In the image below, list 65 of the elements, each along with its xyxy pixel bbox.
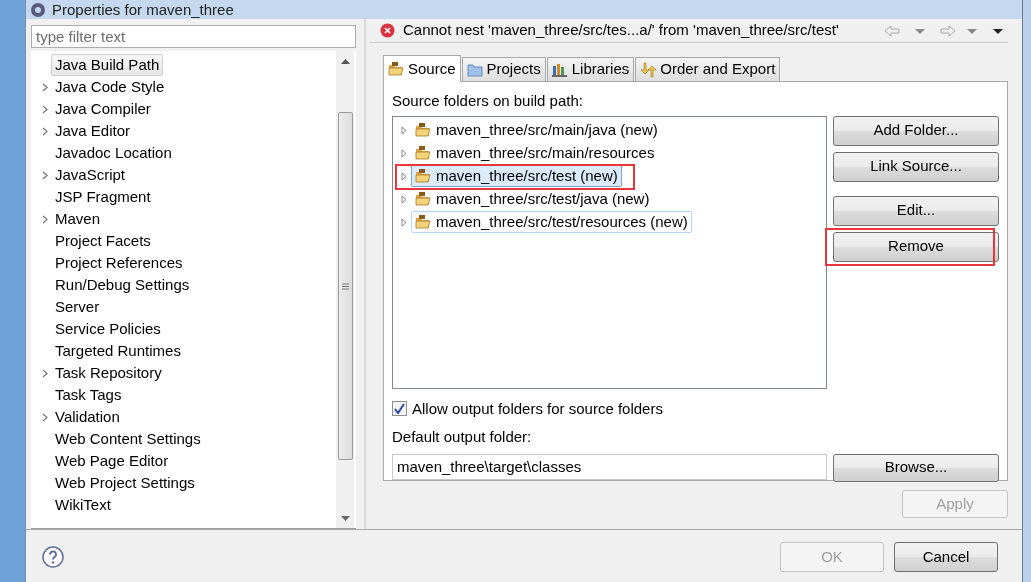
tree-item[interactable]: Java Build Path xyxy=(51,54,164,76)
checkbox-label: Allow output folders for source folders xyxy=(412,398,663,419)
window-title: Properties for maven_three xyxy=(52,0,234,19)
source-folder-icon xyxy=(415,191,431,207)
source-folder-item[interactable]: maven_three/src/test (new) xyxy=(411,165,622,187)
tree-item[interactable]: Java Compiler xyxy=(51,98,155,120)
tree-item[interactable]: Task Tags xyxy=(51,384,126,406)
tree-item[interactable]: Targeted Runtimes xyxy=(51,340,185,362)
tree-item[interactable]: Web Content Settings xyxy=(51,428,205,450)
source-folder-item[interactable]: maven_three/src/test/resources (new) xyxy=(411,211,692,233)
filter-field[interactable]: type filter text xyxy=(31,25,356,48)
expand-arrow-icon xyxy=(401,171,407,181)
cancel-button[interactable]: Cancel xyxy=(894,542,998,572)
error-message: Cannot nest 'maven_three/src/tes...a/' from 'maven_three/src/test' xyxy=(403,20,839,41)
error-icon xyxy=(380,23,395,38)
source-folder-icon xyxy=(388,61,404,77)
tree-item[interactable]: WikiText xyxy=(51,494,115,516)
tree-item[interactable]: Run/Debug Settings xyxy=(51,274,194,296)
scroll-down-icon[interactable] xyxy=(340,515,350,521)
browse-button[interactable]: Browse... xyxy=(833,453,999,482)
tree-item[interactable]: Task Repository xyxy=(51,362,166,384)
grip-icon xyxy=(341,282,349,290)
tab[interactable]: Source xyxy=(383,55,461,82)
tree-item[interactable]: Java Code Style xyxy=(51,76,169,98)
check-icon xyxy=(394,403,405,415)
tree-item[interactable]: Service Policies xyxy=(51,318,165,340)
edit-button[interactable]: Edit... xyxy=(833,195,999,226)
help-icon[interactable] xyxy=(42,546,64,568)
source-folder-item[interactable]: maven_three/src/test/java (new) xyxy=(411,188,654,210)
tree-item[interactable]: Javadoc Location xyxy=(51,142,176,164)
remove-button[interactable]: Remove xyxy=(833,231,999,262)
tree-item[interactable]: Validation xyxy=(51,406,124,428)
link-source-button[interactable]: Link Source... xyxy=(833,151,999,182)
source-folder-item[interactable]: maven_three/src/main/resources xyxy=(411,142,659,164)
add-folder-button[interactable]: Add Folder... xyxy=(833,115,999,146)
tab[interactable]: Projects xyxy=(461,57,546,81)
up-down-arrows-icon xyxy=(640,61,657,78)
tab[interactable]: Libraries xyxy=(546,57,635,81)
expand-arrow-icon xyxy=(401,217,407,227)
tree-item[interactable]: Java Editor xyxy=(51,120,135,142)
source-folder-icon xyxy=(415,122,431,138)
folder-icon xyxy=(466,61,483,78)
section-label: Source folders on build path: xyxy=(392,91,584,111)
tree-item[interactable]: Maven xyxy=(51,208,105,230)
checkbox[interactable] xyxy=(392,401,407,417)
tab[interactable]: Order and Export xyxy=(635,57,781,81)
scrollbar-thumb[interactable] xyxy=(337,112,353,460)
source-folder-item[interactable]: maven_three/src/main/java (new) xyxy=(411,119,662,141)
output-folder-field[interactable]: maven_three\target\classes xyxy=(392,453,827,480)
expand-arrow-icon xyxy=(401,194,407,204)
expand-arrow-icon xyxy=(401,125,407,135)
scroll-up-icon[interactable] xyxy=(340,58,350,64)
tree-item[interactable]: Web Page Editor xyxy=(51,450,173,472)
tree-item[interactable]: JavaScript xyxy=(51,164,130,186)
expand-arrow-icon xyxy=(401,148,407,158)
tree-item[interactable]: JSP Fragment xyxy=(51,186,155,208)
source-folder-icon xyxy=(415,145,431,161)
books-icon xyxy=(551,61,568,78)
field-label: Default output folder: xyxy=(392,427,533,447)
tree-item[interactable]: Project References xyxy=(51,252,187,274)
tree-item[interactable]: Web Project Settings xyxy=(51,472,199,494)
tree-item[interactable]: Server xyxy=(51,296,104,318)
source-folder-icon xyxy=(415,214,431,230)
source-folder-icon xyxy=(415,168,431,184)
tree-item[interactable]: Project Facets xyxy=(51,230,155,252)
